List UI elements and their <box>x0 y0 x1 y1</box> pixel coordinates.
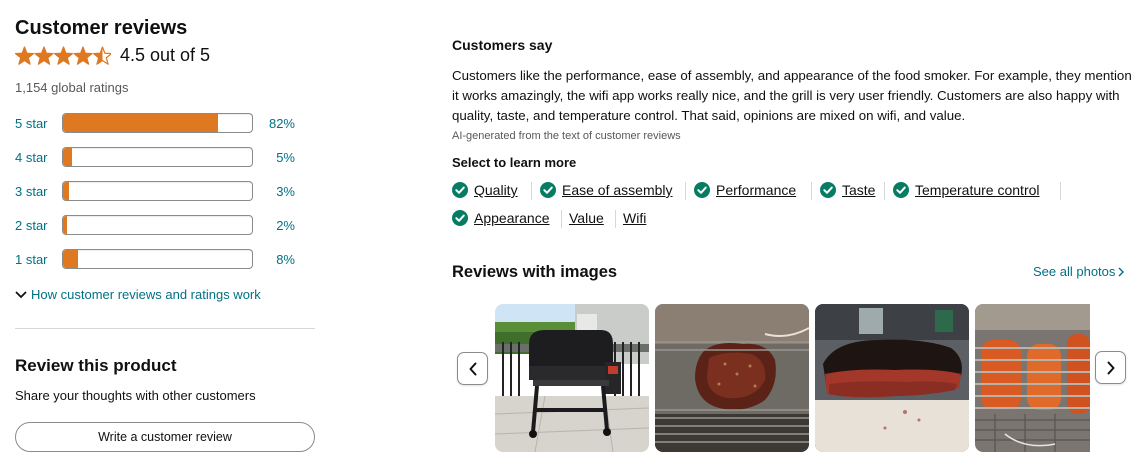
histogram-bar[interactable] <box>62 113 253 133</box>
checkmark-circle-icon <box>893 182 909 198</box>
histogram-star-label[interactable]: 2 star <box>15 218 62 233</box>
histogram-bar[interactable] <box>62 215 253 235</box>
histogram-row[interactable]: 1 star 8% <box>15 249 295 269</box>
review-image[interactable] <box>815 304 969 452</box>
star-full-icon <box>15 45 35 65</box>
histogram-row[interactable]: 3 star 3% <box>15 181 295 201</box>
chevron-right-icon <box>1118 267 1125 276</box>
aspect-value-button[interactable]: Value <box>569 210 604 226</box>
aspect-separator <box>615 210 616 228</box>
average-rating: 4.5 out of 5 <box>15 45 210 66</box>
chevron-left-icon <box>469 362 476 375</box>
average-rating-text: 4.5 out of 5 <box>120 45 211 65</box>
write-review-button[interactable]: Write a customer review <box>15 422 315 452</box>
histogram-row[interactable]: 4 star 5% <box>15 147 295 167</box>
histogram-bar-fill <box>63 114 218 132</box>
star-full-icon <box>73 45 93 65</box>
customer-reviews-heading: Customer reviews <box>15 17 188 39</box>
aspect-performance-button[interactable]: Performance <box>694 182 796 198</box>
aspect-separator <box>561 210 562 228</box>
review-image[interactable] <box>495 304 649 452</box>
smoker-grill-photo <box>495 304 649 452</box>
star-rating-icon <box>15 45 111 65</box>
aspect-label: Appearance <box>474 210 550 226</box>
chevron-right-icon <box>1107 361 1114 374</box>
aspect-separator <box>531 182 532 200</box>
histogram-bar[interactable] <box>62 147 253 167</box>
checkmark-circle-icon <box>820 182 836 198</box>
histogram-bar-fill <box>63 216 67 234</box>
star-full-icon <box>53 45 74 65</box>
checkmark-circle-icon <box>694 182 710 198</box>
aspect-ease-of-assembly-button[interactable]: Ease of assembly <box>540 182 673 198</box>
carousel-prev-button[interactable] <box>457 352 488 385</box>
aspect-label: Temperature control <box>915 182 1040 198</box>
aspect-wifi-button[interactable]: Wifi <box>623 210 646 226</box>
aspect-separator <box>811 182 812 200</box>
review-image[interactable] <box>655 304 809 452</box>
reviews-with-images-heading: Reviews with images <box>452 263 618 281</box>
aspect-label: Taste <box>842 182 876 198</box>
histogram-row[interactable]: 2 star 2% <box>15 215 295 235</box>
star-full-icon <box>34 45 54 65</box>
aspect-separator <box>1060 182 1061 200</box>
review-image[interactable] <box>975 304 1090 452</box>
aspect-label: Quality <box>474 182 518 198</box>
select-to-learn-heading: Select to learn more <box>452 155 577 170</box>
customers-say-summary: Customers like the performance, ease of … <box>452 68 1132 123</box>
aspect-label: Value <box>569 210 604 226</box>
review-product-heading: Review this product <box>15 356 177 375</box>
histogram-bar-fill <box>63 148 73 166</box>
see-all-photos-label: See all photos <box>1033 264 1116 279</box>
how-reviews-work-label: How customer reviews and ratings work <box>31 287 261 302</box>
histogram-bar-fill <box>63 182 69 200</box>
histogram-star-label[interactable]: 1 star <box>15 252 62 267</box>
aspect-label: Wifi <box>623 210 647 226</box>
checkmark-circle-icon <box>452 210 468 226</box>
ai-generated-note: AI-generated from the text of customer r… <box>452 130 681 142</box>
aspect-quality-button[interactable]: Quality <box>452 182 518 198</box>
histogram-star-label[interactable]: 4 star <box>15 150 62 165</box>
aspect-label: Ease of assembly <box>562 182 673 198</box>
histogram-bar[interactable] <box>62 249 253 269</box>
see-all-photos-link[interactable]: See all photos <box>1033 264 1125 279</box>
aspect-separator <box>884 182 885 200</box>
histogram-percent[interactable]: 5% <box>253 150 295 165</box>
aspect-taste-button[interactable]: Taste <box>820 182 875 198</box>
histogram-row[interactable]: 5 star 82% <box>15 113 295 133</box>
brisket-on-grill-photo <box>655 304 809 452</box>
histogram-star-label[interactable]: 5 star <box>15 116 62 131</box>
section-divider <box>15 328 315 329</box>
sliced-brisket-photo <box>815 304 969 452</box>
checkmark-circle-icon <box>540 182 556 198</box>
histogram-percent[interactable]: 82% <box>253 116 295 131</box>
histogram-percent[interactable]: 3% <box>253 184 295 199</box>
histogram-percent[interactable]: 8% <box>253 252 295 267</box>
aspect-appearance-button[interactable]: Appearance <box>452 210 550 226</box>
histogram-bar-fill <box>63 250 79 268</box>
checkmark-circle-icon <box>452 182 468 198</box>
aspect-separator <box>685 182 686 200</box>
global-ratings-count: 1,154 global ratings <box>15 80 129 95</box>
customers-say-heading: Customers say <box>452 37 553 53</box>
histogram-percent[interactable]: 2% <box>253 218 295 233</box>
chevron-down-icon <box>15 291 27 298</box>
smoked-meat-photo <box>975 304 1090 452</box>
carousel-next-button[interactable] <box>1095 351 1126 384</box>
review-product-subtitle: Share your thoughts with other customers <box>15 388 256 403</box>
how-reviews-work-link[interactable]: How customer reviews and ratings work <box>15 287 261 302</box>
aspect-label: Performance <box>716 182 797 198</box>
aspect-temperature-control-button[interactable]: Temperature control <box>893 182 1040 198</box>
histogram-star-label[interactable]: 3 star <box>15 184 62 199</box>
histogram-bar[interactable] <box>62 181 253 201</box>
